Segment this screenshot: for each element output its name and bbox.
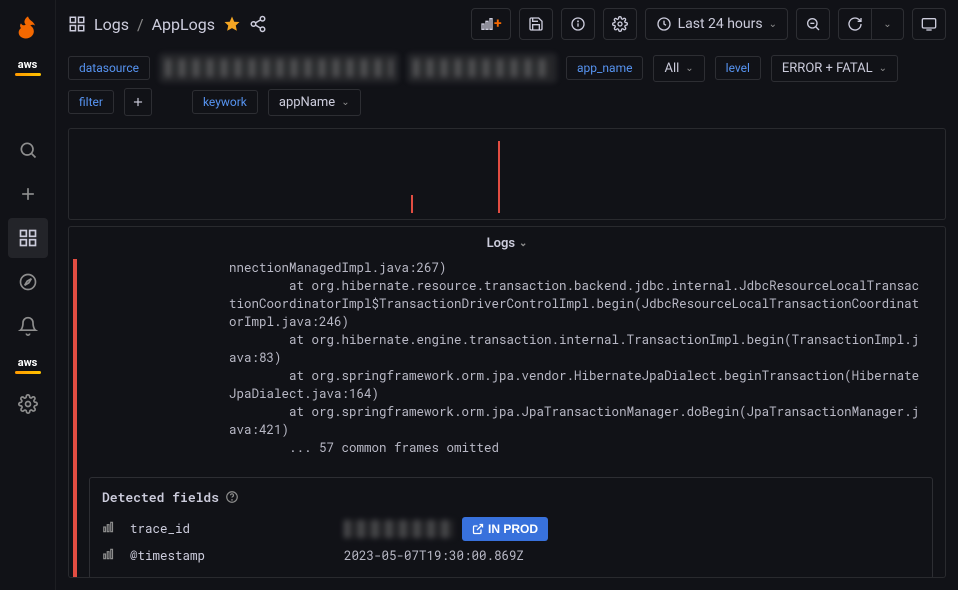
help-icon[interactable]: [225, 490, 239, 504]
apps-icon[interactable]: [68, 15, 86, 33]
keyword-selector[interactable]: appName ⌄: [268, 89, 361, 116]
logs-body: nnectionManagedImpl.java:267) at org.hib…: [73, 259, 945, 577]
external-link-icon: [472, 523, 484, 535]
breadcrumb-page[interactable]: AppLogs: [152, 15, 215, 34]
aws-logo-icon[interactable]: aws: [8, 52, 48, 82]
stats-icon[interactable]: [102, 520, 116, 538]
variable-row-1: datasource app_name All ⌄ level ERROR + …: [56, 48, 958, 88]
stats-icon[interactable]: [102, 547, 116, 565]
add-filter-button[interactable]: [124, 88, 152, 116]
topbar: Logs / AppLogs + Last 24 hours ⌄: [56, 0, 958, 48]
detected-fields-section: Detected fields trace_id IN PROD: [89, 477, 933, 577]
field-row-timestamp: @timestamp 2023-05-07T19:30:00.869Z: [102, 544, 920, 568]
info-button[interactable]: [561, 8, 595, 40]
keyword-value: appName: [279, 95, 335, 110]
breadcrumb: Logs / AppLogs: [68, 15, 267, 34]
variable-row-2: filter keywork appName ⌄: [56, 88, 958, 122]
star-icon[interactable]: [223, 15, 241, 33]
search-icon[interactable]: [8, 130, 48, 170]
chevron-down-icon: ⌄: [769, 19, 777, 30]
grafana-logo-icon[interactable]: [8, 8, 48, 48]
kiosk-button[interactable]: [912, 8, 946, 40]
dashboards-icon[interactable]: [8, 218, 48, 258]
datasource-selector[interactable]: [160, 54, 398, 82]
app-name-value: All: [664, 61, 679, 76]
datasource-label: datasource: [68, 56, 150, 80]
histogram-bar: [498, 141, 500, 213]
chevron-down-icon: ⌄: [519, 238, 527, 249]
aws-nav-icon[interactable]: aws: [8, 350, 48, 380]
level-selector[interactable]: ERROR + FATAL ⌄: [771, 55, 898, 82]
refresh-interval-dropdown[interactable]: ⌄: [872, 8, 904, 40]
refresh-button[interactable]: [838, 8, 872, 40]
level-label: level: [715, 56, 761, 80]
logs-panel-header[interactable]: Logs ⌄: [69, 227, 945, 259]
field-value: IN PROD: [344, 517, 548, 541]
stack-trace[interactable]: nnectionManagedImpl.java:267) at org.hib…: [229, 259, 933, 457]
field-value: 2023-05-07T19:30:00.869Z: [344, 548, 524, 564]
in-prod-label: IN PROD: [488, 522, 538, 536]
filter-label: filter: [68, 90, 114, 114]
breadcrumb-separator: /: [137, 15, 144, 34]
dashboard-content: Logs ⌄ nnectionManagedImpl.java:267) at …: [56, 122, 958, 590]
detected-fields-title-text: Detected fields: [102, 488, 219, 506]
level-value: ERROR + FATAL: [782, 61, 873, 76]
chevron-down-icon: ⌄: [685, 63, 693, 74]
main-content: Logs / AppLogs + Last 24 hours ⌄: [56, 0, 958, 590]
alerting-icon[interactable]: [8, 306, 48, 346]
zoom-out-button[interactable]: [796, 8, 830, 40]
app-name-label: app_name: [566, 56, 643, 80]
add-panel-button[interactable]: +: [471, 8, 511, 40]
keyword-label: keywork: [192, 90, 258, 114]
save-button[interactable]: [519, 8, 553, 40]
in-prod-button[interactable]: IN PROD: [462, 517, 548, 541]
logs-panel-title: Logs: [487, 236, 515, 251]
field-name: @timestamp: [130, 548, 330, 564]
time-range-picker[interactable]: Last 24 hours ⌄: [645, 8, 788, 40]
explore-icon[interactable]: [8, 262, 48, 302]
field-row-trace-id: trace_id IN PROD: [102, 514, 920, 544]
redacted-trace-id: [344, 520, 454, 538]
app-name-selector[interactable]: All ⌄: [653, 55, 704, 82]
datasource-selector-2[interactable]: [408, 54, 556, 82]
chevron-down-icon: ⌄: [341, 97, 349, 108]
histogram-bar: [411, 195, 413, 213]
time-range-label: Last 24 hours: [678, 16, 763, 32]
settings-icon[interactable]: [8, 384, 48, 424]
share-icon[interactable]: [249, 15, 267, 33]
histogram-panel[interactable]: [68, 128, 946, 220]
field-name: trace_id: [130, 521, 330, 537]
detected-fields-title: Detected fields: [102, 488, 920, 506]
breadcrumb-section[interactable]: Logs: [94, 15, 129, 34]
chevron-down-icon: ⌄: [879, 63, 887, 74]
settings-button[interactable]: [603, 8, 637, 40]
left-rail: aws aws: [0, 0, 56, 590]
plus-icon[interactable]: [8, 174, 48, 214]
logs-panel: Logs ⌄ nnectionManagedImpl.java:267) at …: [68, 226, 946, 578]
